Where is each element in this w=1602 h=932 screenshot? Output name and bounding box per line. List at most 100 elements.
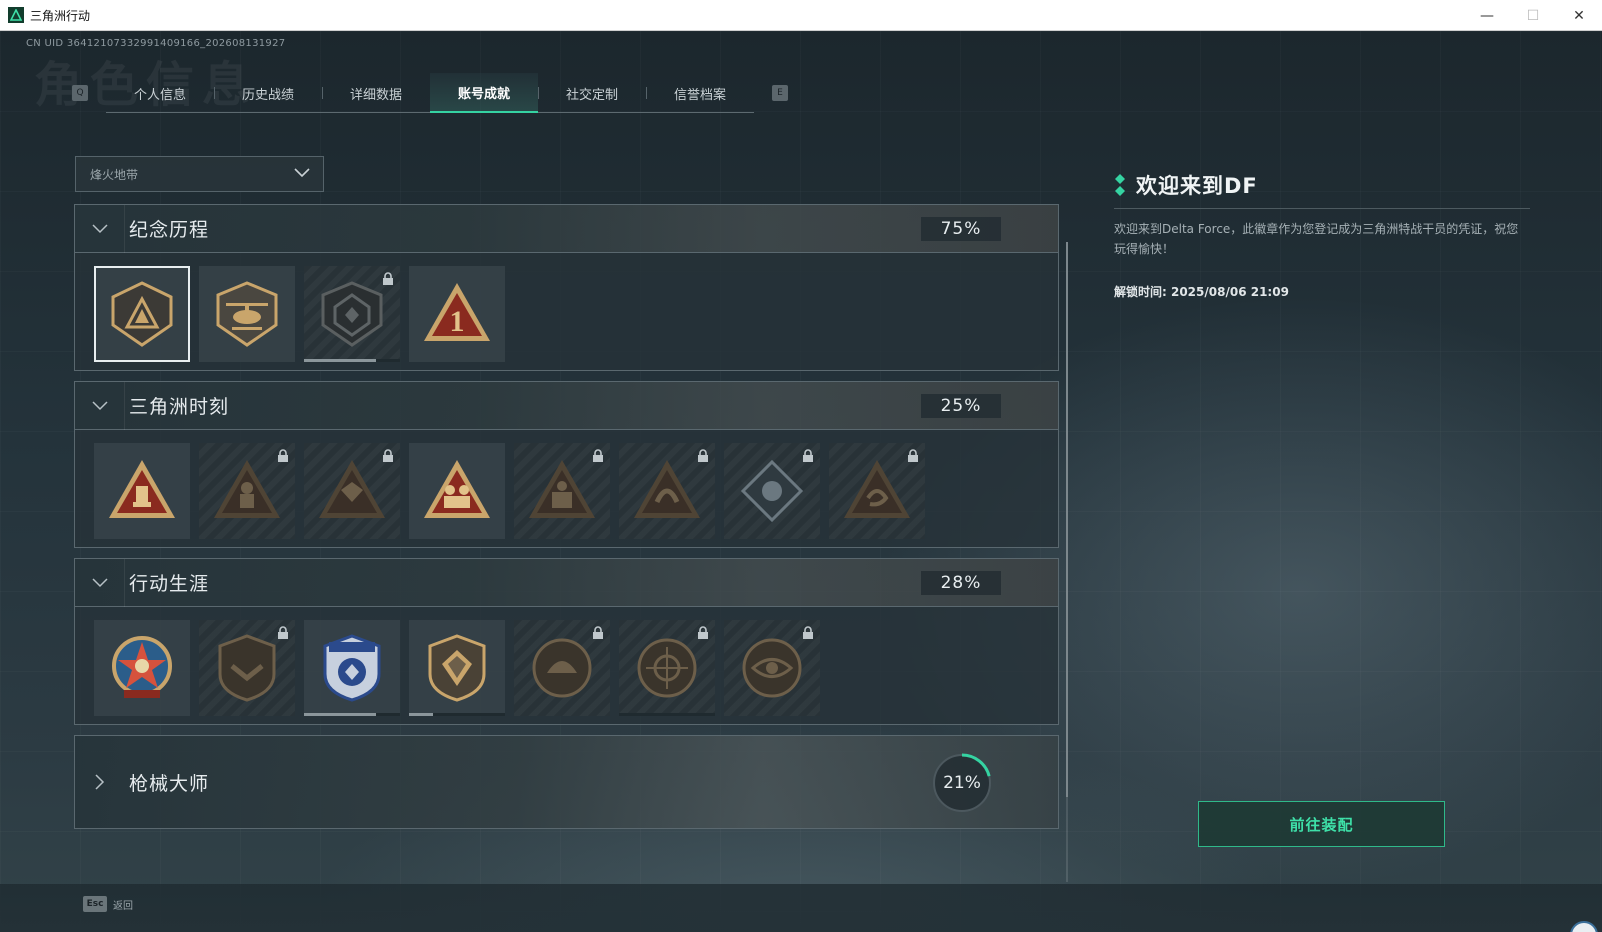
- badge-item[interactable]: [199, 620, 295, 716]
- badge-progress-bar: [304, 359, 400, 362]
- next-tab-key[interactable]: E: [772, 85, 788, 101]
- section-memorial: 纪念历程 75% 1: [74, 204, 1059, 371]
- badge-item[interactable]: 1: [409, 266, 505, 362]
- badge-item[interactable]: [304, 266, 400, 362]
- chevron-down-icon[interactable]: [75, 204, 125, 253]
- badge-progress-fill: [304, 713, 376, 716]
- star-medal-badge-icon: [112, 636, 172, 698]
- section-percent: 21%: [943, 773, 981, 793]
- badge-progress-bar: [409, 713, 505, 716]
- helicopter-shield-badge-icon: [216, 281, 278, 347]
- section-weapon-master: 枪械大师 21%: [74, 735, 1059, 829]
- svg-text:1: 1: [450, 305, 465, 338]
- scrollbar-thumb[interactable]: [1066, 242, 1068, 797]
- rose-diamond-badge-icon: [740, 459, 804, 523]
- lock-icon: [593, 626, 603, 639]
- tab-achievements[interactable]: 账号成就: [430, 73, 538, 113]
- section-percent: 75%: [921, 217, 1001, 241]
- back-label: 返回: [113, 900, 133, 912]
- badge-item[interactable]: [304, 443, 400, 539]
- chevron-down-icon[interactable]: [75, 558, 125, 607]
- badge-item[interactable]: [94, 443, 190, 539]
- badge-description: 欢迎来到Delta Force，此徽章作为您登记成为三角洲特战干员的凭证，祝您玩…: [1114, 222, 1519, 256]
- dark-hex-badge-icon: [321, 281, 383, 347]
- section-percent: 28%: [921, 571, 1001, 595]
- lock-icon: [278, 449, 288, 462]
- badge-item[interactable]: [514, 443, 610, 539]
- chevron-right-icon[interactable]: [75, 736, 125, 828]
- tab-personal-info[interactable]: 个人信息: [106, 73, 214, 113]
- lock-icon: [383, 449, 393, 462]
- badge-progress-fill: [304, 359, 376, 362]
- lock-icon: [278, 626, 288, 639]
- badge-item[interactable]: [514, 620, 610, 716]
- badge-item[interactable]: [304, 620, 400, 716]
- serpent-triangle-badge-icon: [634, 460, 700, 518]
- section-df-moments: 三角洲时刻 25%: [74, 381, 1059, 548]
- lock-icon: [383, 272, 393, 285]
- badge-item[interactable]: [619, 620, 715, 716]
- chevron-shield-badge-icon: [218, 634, 276, 702]
- badge-item[interactable]: [409, 443, 505, 539]
- chevron-down-icon[interactable]: [75, 381, 125, 430]
- badge-item[interactable]: [724, 443, 820, 539]
- section-title: 枪械大师: [129, 772, 210, 795]
- badge-item[interactable]: [94, 620, 190, 716]
- badge-detail-panel: 欢迎来到DF 欢迎来到Delta Force，此徽章作为您登记成为三角洲特战干员…: [1114, 168, 1530, 300]
- section-header[interactable]: 纪念历程 75%: [75, 204, 1058, 253]
- window-titlebar: 三角洲行动 — ☐ ✕: [0, 0, 1602, 31]
- fire-triangle-badge-icon: [109, 460, 175, 518]
- badge-item[interactable]: [94, 266, 190, 362]
- tab-detailed-data[interactable]: 详细数据: [322, 73, 430, 113]
- section-header[interactable]: 三角洲时刻 25%: [75, 381, 1058, 430]
- lock-icon: [593, 449, 603, 462]
- helmet-round-badge-icon: [532, 638, 592, 698]
- section-percent: 25%: [921, 394, 1001, 418]
- back-button[interactable]: Esc 返回: [83, 896, 133, 912]
- maximize-button[interactable]: ☐: [1510, 0, 1556, 31]
- section-title: 纪念历程: [129, 219, 210, 241]
- app-icon: [8, 7, 24, 23]
- lock-icon: [698, 449, 708, 462]
- tab-bar: Q 个人信息 历史战绩 详细数据 账号成就 社交定制 信誉档案 E: [72, 73, 788, 113]
- section-header[interactable]: 枪械大师 21%: [75, 736, 1058, 828]
- lock-icon: [803, 626, 813, 639]
- badge-item[interactable]: [829, 443, 925, 539]
- badge-title: 欢迎来到DF: [1136, 174, 1258, 198]
- badge-item[interactable]: [724, 620, 820, 716]
- diamond-icon: [1115, 174, 1125, 196]
- list-scrollbar[interactable]: [1066, 242, 1068, 882]
- game-viewport: 角色信息 CN UID 36412107332991409166_2026081…: [0, 31, 1602, 932]
- lock-icon: [803, 449, 813, 462]
- section-operations-career: 行动生涯 28%: [74, 558, 1059, 725]
- unlock-time: 解锁时间: 2025/08/06 21:09: [1114, 285, 1289, 299]
- section-header[interactable]: 行动生涯 28%: [75, 558, 1058, 607]
- badge-item[interactable]: [619, 443, 715, 539]
- lock-icon: [908, 449, 918, 462]
- section-title: 行动生涯: [129, 573, 210, 595]
- mode-filter-dropdown[interactable]: 烽火地带: [75, 156, 324, 192]
- uid-text: CN UID 36412107332991409166_202608131927: [26, 38, 285, 49]
- badge-item[interactable]: [199, 443, 295, 539]
- tab-reputation[interactable]: 信誉档案: [646, 73, 754, 113]
- badge-progress-fill: [409, 713, 433, 716]
- gem-shield-badge-icon: [428, 634, 486, 702]
- divider: [1114, 208, 1530, 209]
- prev-tab-key[interactable]: Q: [72, 85, 88, 101]
- blue-eagle-shield-badge-icon: [323, 634, 381, 702]
- esc-key: Esc: [83, 896, 107, 912]
- triangle-shield-badge-icon: [111, 281, 173, 347]
- tab-social[interactable]: 社交定制: [538, 73, 646, 113]
- minimize-button[interactable]: —: [1464, 0, 1510, 31]
- go-equip-button[interactable]: 前往装配: [1198, 801, 1445, 847]
- eye-round-badge-icon: [742, 638, 802, 698]
- badge-item[interactable]: [409, 620, 505, 716]
- bottom-bar: [0, 884, 1602, 932]
- dropdown-value: 烽火地带: [90, 167, 139, 182]
- tab-history[interactable]: 历史战绩: [214, 73, 322, 113]
- crosshair-round-badge-icon: [637, 638, 697, 698]
- number-one-triangle-badge-icon: 1: [424, 283, 490, 341]
- badge-item[interactable]: [199, 266, 295, 362]
- close-button[interactable]: ✕: [1556, 0, 1602, 31]
- window-title: 三角洲行动: [30, 8, 91, 23]
